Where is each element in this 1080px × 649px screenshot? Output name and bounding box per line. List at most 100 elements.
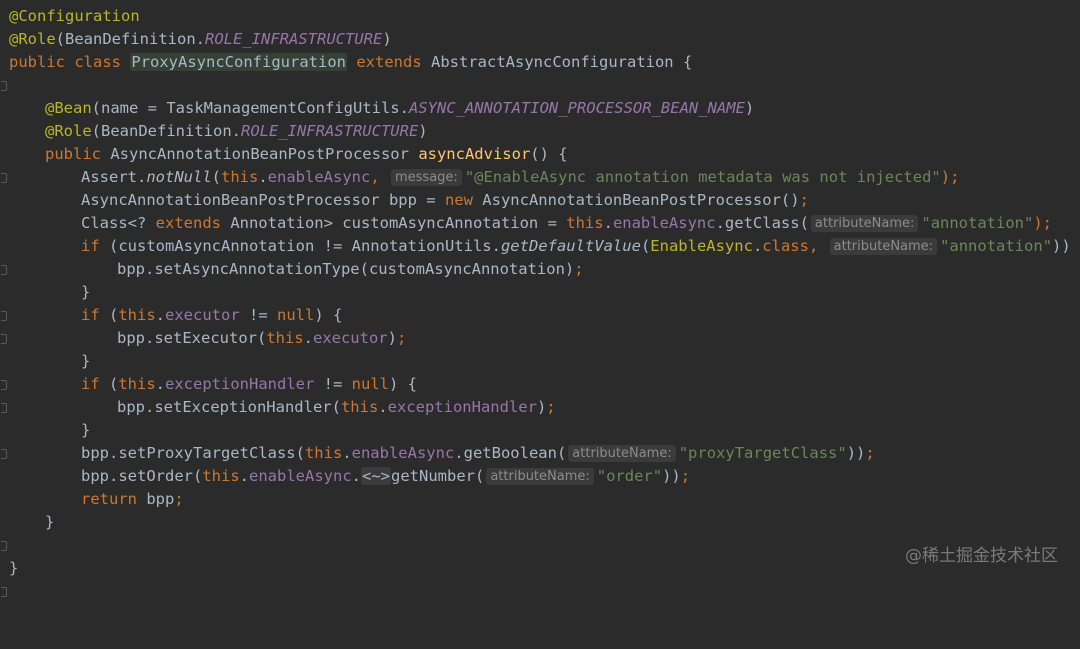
keyword-token: null: [277, 306, 315, 324]
keyword-token: this: [202, 467, 240, 485]
keyword-token: class: [74, 53, 122, 71]
code-token: (: [640, 237, 651, 255]
keyword-token: new: [444, 191, 473, 209]
code-token: }: [9, 559, 19, 577]
constant-token: ROLE_INFRASTRUCTURE: [205, 30, 383, 48]
string-token: "@EnableAsync annotation metadata was no…: [464, 168, 941, 186]
keyword-token: this: [118, 375, 156, 393]
code-token: AbstractAsyncConfiguration {: [431, 53, 693, 71]
code-token: getNumber(: [391, 467, 485, 485]
code-line-6: @Role(BeanDefinition.ROLE_INFRASTRUCTURE…: [0, 120, 1080, 143]
parameter-hint: attributeName:: [486, 468, 594, 485]
code-token: .: [258, 168, 268, 186]
class-ref-token: EnableAsync: [650, 237, 753, 255]
code-token: )): [846, 444, 866, 462]
code-token: (BeanDefinition.: [91, 122, 241, 140]
code-token: }: [81, 352, 91, 370]
constant-token: ROLE_INFRASTRUCTURE: [240, 122, 419, 140]
code-token: .getClass(: [715, 214, 809, 232]
code-line-12: bpp.setAsyncAnnotationType(customAsyncAn…: [0, 258, 1080, 281]
keyword-token: if: [81, 306, 100, 324]
annotation-token: @Configuration: [9, 7, 140, 25]
code-token: .: [603, 214, 613, 232]
keyword-token: this: [566, 214, 604, 232]
field-token: enableAsync: [267, 168, 371, 186]
code-line-18: bpp.setExceptionHandler(this.exceptionHa…: [0, 396, 1080, 419]
code-token: .: [155, 375, 166, 393]
parameter-hint: message:: [391, 169, 462, 186]
code-editor[interactable]: @Configuration @Role(BeanDefinition.ROLE…: [0, 0, 1080, 597]
code-token: ): [387, 329, 397, 347]
field-token: enableAsync: [612, 214, 716, 232]
annotation-token: @Role: [9, 30, 56, 48]
code-token: !=: [239, 306, 277, 324]
code-token: (: [211, 168, 221, 186]
class-name-highlight: ProxyAsyncConfiguration: [130, 53, 347, 71]
code-token: .: [378, 398, 388, 416]
code-line-2: @Role(BeanDefinition.ROLE_INFRASTRUCTURE…: [0, 28, 1080, 51]
parameter-hint: attributeName:: [810, 215, 919, 232]
code-token: AsyncAnnotationBeanPostProcessor bpp =: [81, 191, 445, 209]
field-token: executor: [312, 329, 388, 347]
code-line-17: if (this.exceptionHandler != null) {: [0, 373, 1080, 413]
code-token: AsyncAnnotationBeanPostProcessor(): [472, 191, 800, 209]
keyword-token: this: [340, 398, 379, 416]
annotation-token: @Bean: [45, 99, 92, 117]
code-token: () {: [530, 145, 568, 163]
code-token: bpp.setExceptionHandler(: [117, 398, 341, 416]
code-token: ): [536, 398, 547, 416]
string-token: "annotation": [940, 237, 1053, 255]
code-token: Class<?: [81, 214, 156, 232]
keyword-token: if: [81, 375, 100, 393]
field-token: exceptionHandler: [165, 375, 315, 393]
code-line-19: }: [0, 419, 1080, 459]
code-token: ) {: [388, 375, 417, 393]
constant-token: ASYNC_ANNOTATION_PROCESSOR_BEAN_NAME: [408, 99, 745, 117]
code-line-10: Class<? extends Annotation> customAsyncA…: [0, 212, 1080, 235]
code-token: (: [99, 306, 119, 324]
keyword-token: extends: [356, 53, 422, 71]
code-token: )): [662, 467, 681, 485]
code-token: );: [1033, 214, 1053, 232]
code-token: Annotation> customAsyncAnnotation =: [220, 214, 567, 232]
field-token: exceptionHandler: [387, 398, 537, 416]
code-line-21: bpp.setOrder(this.enableAsync.<~>getNumb…: [0, 465, 1080, 488]
code-token: bpp.setAsyncAnnotationType(customAsyncAn…: [117, 260, 575, 278]
code-line-3: public class ProxyAsyncConfiguration ext…: [0, 51, 1080, 91]
fold-marker-icon[interactable]: [0, 74, 7, 97]
keyword-token: return: [81, 490, 137, 508]
method-call-token: notNull: [146, 168, 212, 186]
code-token: ): [418, 122, 428, 140]
code-token: ): [382, 30, 392, 48]
code-token: AsyncAnnotationBeanPostProcessor: [110, 145, 409, 163]
code-line-9: AsyncAnnotationBeanPostProcessor bpp = n…: [0, 189, 1080, 212]
field-token: executor: [165, 306, 240, 324]
field-token: enableAsync: [249, 467, 352, 485]
code-token: BeanDefinition.: [65, 30, 205, 48]
parameter-hint: attributeName:: [829, 238, 938, 255]
method-name-token: asyncAdvisor: [418, 145, 531, 163]
code-line-11: if (customAsyncAnnotation != AnnotationU…: [0, 235, 1080, 275]
code-token: .: [239, 467, 249, 485]
code-token: }: [45, 513, 55, 531]
method-call-token: getDefaultValue: [500, 237, 641, 255]
parameter-hint: attributeName:: [568, 445, 676, 462]
code-token: ;: [865, 444, 875, 462]
annotation-token: @Role: [45, 122, 92, 140]
code-token: ): [744, 99, 755, 117]
code-token: !=: [314, 375, 352, 393]
code-line-20: bpp.setProxyTargetClass(this.enableAsync…: [0, 442, 1080, 465]
code-token: (customAsyncAnnotation != AnnotationUtil…: [99, 237, 501, 255]
code-line-14: if (this.executor != null) {: [0, 304, 1080, 344]
fold-marker-icon[interactable]: [0, 580, 7, 603]
keyword-token: this: [221, 168, 259, 186]
code-line-15: bpp.setExecutor(this.executor);: [0, 327, 1080, 350]
keyword-token: this: [304, 444, 343, 462]
keyword-token: extends: [155, 214, 221, 232]
string-token: "annotation": [921, 214, 1034, 232]
code-token: ,: [808, 237, 828, 255]
code-token: (: [55, 30, 66, 48]
code-line-7: public AsyncAnnotationBeanPostProcessor …: [0, 143, 1080, 183]
fold-marker-icon[interactable]: [0, 534, 7, 557]
code-line-22: return bpp;: [0, 488, 1080, 511]
